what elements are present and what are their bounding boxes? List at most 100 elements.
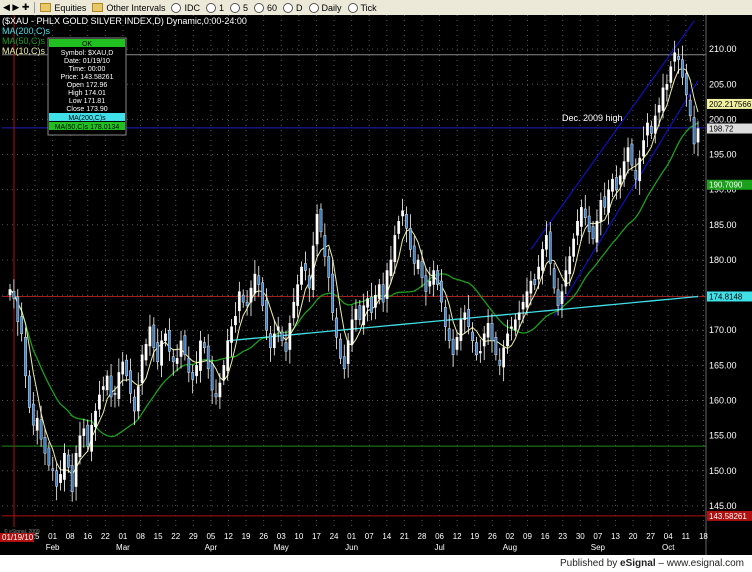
candle-body — [653, 115, 657, 134]
toolbar-equities[interactable]: Equities — [37, 1, 89, 14]
x-tick-label: 26 — [488, 532, 497, 541]
candle-body — [611, 178, 614, 192]
toolbar-tick[interactable]: Tick — [345, 1, 380, 14]
price-chart[interactable]: 145.00150.00155.00160.00165.00170.00175.… — [0, 15, 752, 555]
toolbar-other-intervals[interactable]: Other Intervals — [89, 1, 168, 14]
candle-body — [206, 345, 210, 370]
candle-body — [591, 226, 595, 240]
candle-body — [210, 363, 214, 391]
toolbar-interval-5-label: 5 — [242, 2, 248, 13]
x-tick-label: 01 — [347, 532, 356, 541]
candle-body — [327, 256, 331, 278]
toolbar-interval-d[interactable]: D — [280, 1, 306, 14]
chart-title: ($XAU - PHLX GOLD SILVER INDEX,D) Dynami… — [2, 16, 247, 26]
last-price-tag: 198.72 — [709, 125, 734, 134]
x-tick-label: 05 — [206, 532, 215, 541]
toolbar-idc-label: IDC — [184, 2, 200, 13]
cursor-row: Open 172.96 — [67, 82, 108, 89]
date-axis: 25 01 08 16 22 01 08 15 22 29 05 12 19 26 03 10 17 24 01 07… — [0, 532, 708, 552]
chart-area[interactable]: 145.00150.00155.00160.00165.00170.00175.… — [0, 15, 752, 555]
candle-body — [630, 143, 634, 166]
candle-body — [335, 317, 338, 338]
toolbar-separator — [34, 2, 36, 13]
candle-body — [171, 356, 175, 363]
toolbar-interval-d-label: D — [296, 2, 303, 13]
candle-body — [113, 393, 117, 395]
x-tick-label: 12 — [224, 532, 233, 541]
candle-body — [471, 331, 474, 341]
candle-body — [350, 319, 354, 345]
candle-body — [354, 308, 358, 320]
candle-body — [59, 474, 62, 483]
candle-body — [218, 382, 222, 398]
x-tick-label: 12 — [453, 532, 462, 541]
candle-body — [595, 221, 599, 243]
y-tick-label: 195.00 — [709, 150, 737, 160]
candle-body — [24, 337, 27, 377]
candle-body — [370, 296, 373, 313]
price-axis: 145.00150.00155.00160.00165.00170.00175.… — [705, 15, 752, 555]
cursor-price-tag: 143.58261 — [709, 512, 747, 521]
candle-body — [35, 417, 39, 431]
channel-upper-line — [530, 20, 695, 250]
candle-body — [94, 410, 97, 428]
candle-body — [148, 326, 152, 347]
candle-body — [63, 453, 66, 480]
x-tick-label: 17 — [312, 532, 321, 541]
candle-body — [307, 275, 311, 289]
candle-body — [393, 235, 397, 262]
candle-body — [665, 84, 669, 90]
candle-body — [576, 221, 579, 236]
x-tick-label: 28 — [418, 532, 427, 541]
candle-body — [187, 358, 191, 373]
month-label: Apr — [205, 543, 218, 552]
candle-body — [401, 210, 404, 217]
candle-body — [397, 221, 401, 234]
candle-body — [195, 365, 198, 377]
toolbar-nav[interactable]: ◀ ▶ ✚ — [0, 1, 32, 14]
y-tick-label: 170.00 — [709, 325, 737, 335]
x-tick-label: 13 — [611, 532, 620, 541]
candle-body — [661, 87, 665, 111]
x-tick-label: 19 — [470, 532, 479, 541]
candle-body — [222, 365, 226, 380]
candle-body — [105, 375, 109, 391]
cursor-row: Close 173.90 — [66, 106, 107, 113]
candle-body — [696, 128, 700, 143]
candle-body — [249, 287, 253, 303]
candle-body — [98, 394, 101, 410]
toolbar-daily[interactable]: Daily — [306, 1, 345, 14]
candle-body — [140, 354, 144, 384]
toolbar-interval-60[interactable]: 60 — [251, 1, 280, 14]
x-tick-label: 29 — [189, 532, 198, 541]
candle-body — [292, 301, 296, 319]
toolbar-interval-1[interactable]: 1 — [203, 1, 227, 14]
x-tick-label: 10 — [294, 532, 303, 541]
candle-body — [490, 322, 494, 341]
candle-body — [152, 324, 156, 348]
x-tick-label: 02 — [505, 532, 514, 541]
candle-body — [8, 289, 12, 296]
candle-body — [226, 340, 230, 371]
toolbar-interval-5[interactable]: 5 — [227, 1, 251, 14]
candle-body — [55, 470, 59, 487]
month-label: Jul — [434, 543, 444, 552]
candle-body — [109, 375, 113, 398]
x-tick-label: 04 — [664, 532, 673, 541]
candle-body — [78, 435, 82, 457]
candle-body — [564, 270, 568, 287]
candle-body — [688, 99, 692, 117]
candle-body — [51, 468, 55, 471]
candle-body — [241, 294, 245, 303]
candle-body — [245, 301, 249, 306]
x-tick-label: 26 — [259, 532, 268, 541]
cursor-status: OK — [82, 41, 92, 48]
candle-body — [638, 157, 642, 182]
month-label: May — [274, 543, 289, 552]
candle-body — [657, 105, 661, 113]
toolbar-idc[interactable]: IDC — [168, 1, 203, 14]
candle-body — [183, 335, 187, 356]
toolbar-other-intervals-label: Other Intervals — [106, 2, 166, 13]
x-tick-label: 08 — [66, 532, 75, 541]
x-tick-label: 18 — [699, 532, 708, 541]
